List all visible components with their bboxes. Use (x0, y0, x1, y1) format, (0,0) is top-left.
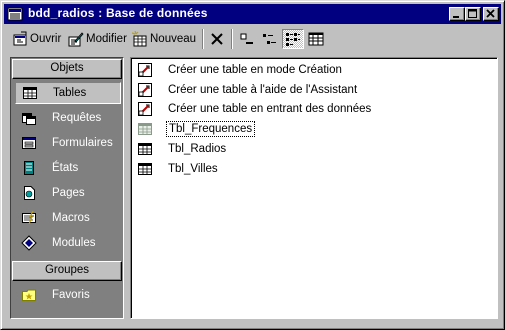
delete-x-icon (211, 33, 223, 45)
list-item[interactable]: Créer une table à l'aide de l'Assistant (137, 81, 359, 99)
large-icons-view-button[interactable] (235, 29, 257, 49)
objects-item-label: États (52, 162, 79, 174)
toolbar-separator (231, 29, 233, 49)
objects-item-label: Formulaires (52, 137, 113, 149)
minimize-icon (453, 16, 459, 18)
maximize-icon (468, 9, 477, 18)
delete-button[interactable] (206, 29, 228, 49)
minimize-button[interactable] (449, 7, 465, 21)
objects-bar: Objets Tables Requêtes Formulaires États… (10, 57, 124, 319)
objects-item-queries[interactable]: Requêtes (15, 107, 121, 129)
new-label: Nouveau (150, 33, 197, 45)
object-list: Créer une table en mode Création Créer u… (130, 57, 498, 319)
list-view-button[interactable] (282, 29, 304, 49)
favorites-folder-icon (21, 287, 37, 303)
query-icon (21, 110, 37, 126)
list-item[interactable]: Créer une table en mode Création (137, 61, 344, 79)
list-item-label: Créer une table en mode Création (168, 64, 342, 76)
objects-item-modules[interactable]: Modules (15, 232, 121, 254)
table-icon (137, 121, 153, 137)
list-view-icon (286, 33, 300, 46)
groups-item-label: Favoris (52, 289, 90, 301)
details-view-icon (308, 32, 324, 46)
wizard-shortcut-icon (137, 101, 153, 117)
small-icons-view-icon (263, 34, 276, 44)
objects-item-label: Modules (52, 237, 96, 249)
table-icon (137, 141, 153, 157)
modify-label: Modifier (86, 33, 127, 45)
objects-header[interactable]: Objets (12, 59, 122, 79)
objects-item-reports[interactable]: États (15, 157, 121, 179)
window-title: bdd_radios : Base de données (28, 6, 208, 20)
objects-item-label: Macros (52, 212, 90, 224)
wizard-shortcut-icon (137, 82, 153, 98)
new-table-icon (132, 31, 147, 47)
objects-item-label: Requêtes (52, 112, 102, 124)
open-button[interactable]: Ouvrir (12, 28, 61, 50)
objects-item-forms[interactable]: Formulaires (15, 132, 121, 154)
title-bar[interactable]: bdd_radios : Base de données (4, 4, 501, 24)
toolbar-separator (202, 29, 204, 49)
design-pencil-icon (68, 32, 84, 47)
objects-item-tables[interactable]: Tables (15, 82, 121, 104)
list-item[interactable]: Créer une table en entrant des données (137, 100, 373, 118)
module-icon (21, 235, 37, 251)
open-label: Ouvrir (30, 33, 62, 45)
objects-item-label: Tables (53, 87, 87, 99)
report-icon (21, 160, 37, 176)
close-icon (486, 9, 495, 18)
macro-icon (21, 210, 37, 226)
list-item-label: Tbl_Villes (168, 163, 218, 175)
database-window-icon[interactable] (7, 6, 23, 22)
details-view-button[interactable] (305, 29, 327, 49)
open-icon (13, 31, 27, 46)
list-item-label: Créer une table à l'aide de l'Assistant (168, 84, 358, 96)
list-item-label: Créer une table en entrant des données (168, 103, 372, 115)
groups-item-favorites[interactable]: Favoris (15, 284, 121, 306)
form-icon (21, 135, 37, 151)
list-item[interactable]: Tbl_Radios (137, 140, 228, 158)
close-button[interactable] (483, 7, 499, 21)
objects-item-pages[interactable]: Pages (15, 182, 121, 204)
page-icon (21, 185, 37, 201)
toolbar: Ouvrir Modifier Nouveau (4, 26, 501, 54)
groups-header[interactable]: Groupes (12, 261, 122, 281)
wizard-shortcut-icon (137, 62, 153, 78)
list-item-label: Tbl_Frequences (166, 121, 256, 137)
table-icon (137, 161, 153, 177)
maximize-button[interactable] (465, 7, 481, 21)
objects-item-label: Pages (52, 187, 85, 199)
table-icon (22, 85, 38, 101)
database-window: bdd_radios : Base de données Ouvrir Modi… (0, 0, 505, 330)
list-item[interactable]: Tbl_Villes (137, 160, 220, 178)
new-button[interactable]: Nouveau (132, 28, 196, 50)
list-item-label: Tbl_Radios (168, 143, 227, 155)
large-icons-view-icon (240, 33, 253, 44)
modify-button[interactable]: Modifier (68, 28, 127, 50)
small-icons-view-button[interactable] (258, 29, 280, 49)
list-item[interactable]: Tbl_Frequences (137, 120, 256, 138)
objects-item-macros[interactable]: Macros (15, 207, 121, 229)
